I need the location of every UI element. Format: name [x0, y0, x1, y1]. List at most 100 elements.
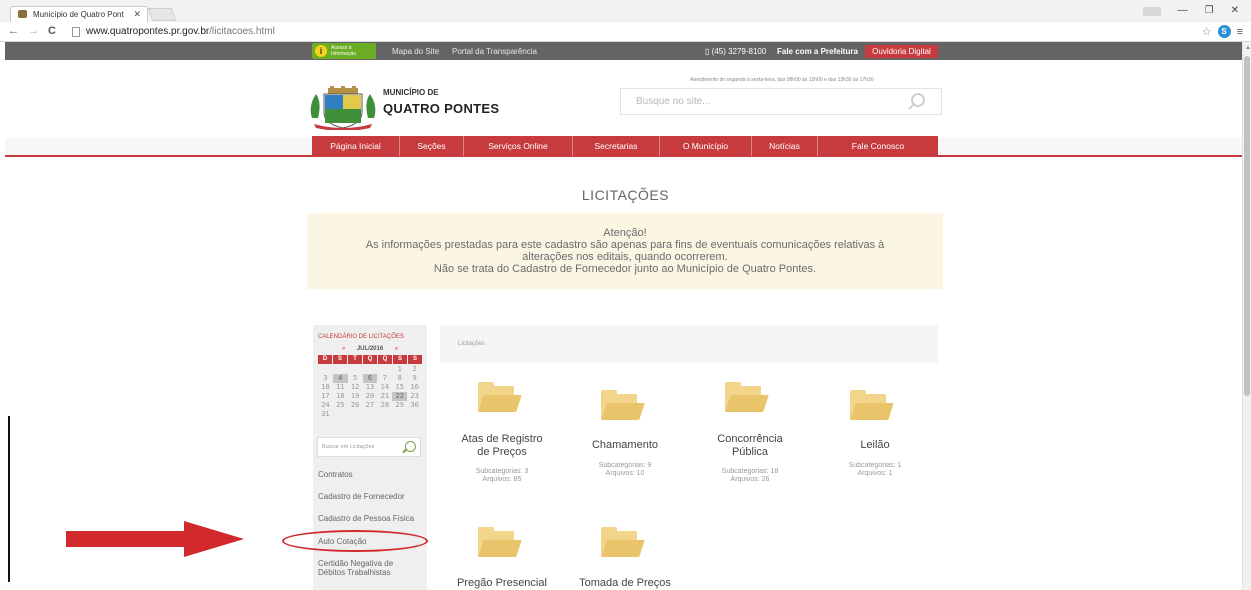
menu-servicos-online[interactable]: Serviços Online	[464, 136, 573, 156]
category-title[interactable]: Concorrência Pública	[688, 433, 812, 459]
coat-of-arms-logo[interactable]	[308, 86, 378, 130]
browser-menu-icon[interactable]: ≡	[1237, 26, 1243, 38]
calendar-day[interactable]: 17	[318, 392, 333, 401]
minimize-icon[interactable]: —	[1178, 5, 1188, 16]
scrollbar-thumb[interactable]	[1244, 56, 1250, 396]
acesso-informacao-button[interactable]: i Acesso à Informação	[312, 43, 376, 59]
calendar-day[interactable]: 10	[318, 383, 333, 392]
calendar-day[interactable]	[377, 365, 392, 374]
menu-pagina-inicial[interactable]: Página Inicial	[312, 136, 400, 156]
category-files: Arquivos: 85	[482, 476, 522, 483]
calendar-day[interactable]: 1	[392, 365, 407, 374]
site-search-input[interactable]: Busque no site...	[620, 88, 942, 115]
calendar-day[interactable]: 11	[333, 383, 348, 392]
skype-extension-icon[interactable]: S	[1217, 25, 1231, 38]
calendar-day[interactable]: 16	[407, 383, 422, 392]
category-title[interactable]: Pregão Presencial	[440, 577, 564, 590]
calendar-nav: « JUL/2016 »	[318, 346, 422, 352]
calendar-day[interactable]: 27	[363, 401, 378, 410]
calendar-next-button[interactable]: »	[395, 346, 398, 352]
portal-transparencia-link[interactable]: Portal da Transparência	[452, 47, 537, 56]
close-window-icon[interactable]: ✕	[1231, 5, 1239, 16]
calendar-day[interactable]: 2	[407, 365, 422, 374]
scrollbar[interactable]: ▲	[1242, 42, 1251, 590]
menu-secoes[interactable]: Seções	[400, 136, 464, 156]
menu-secretarias[interactable]: Secretarias	[573, 136, 660, 156]
calendar-day[interactable]: 9	[407, 374, 422, 383]
calendar-day-highlighted[interactable]: 22	[392, 392, 408, 401]
folder-icon[interactable]	[850, 390, 894, 420]
restore-icon[interactable]: ❐	[1205, 5, 1214, 16]
calendar-day[interactable]: 30	[407, 401, 422, 410]
calendar-day[interactable]	[363, 410, 378, 419]
search-icon[interactable]	[911, 93, 925, 107]
menu-o-municipio[interactable]: O Município	[660, 136, 752, 156]
search-icon[interactable]	[405, 441, 416, 452]
calendar-day[interactable]	[318, 365, 333, 374]
ouvidoria-digital-button[interactable]: Ouvidoria Digital	[865, 45, 938, 58]
calendar-day[interactable]: 28	[377, 401, 392, 410]
calendar-day[interactable]: 31	[318, 410, 333, 419]
sidebar-link-certidao-line1[interactable]: Certidão Negativa de	[318, 559, 393, 568]
reload-icon[interactable]: C	[48, 25, 56, 37]
new-tab-button[interactable]	[147, 8, 177, 21]
forward-icon[interactable]: →	[28, 25, 39, 37]
sidebar-link-cadastro-fornecedor[interactable]: Cadastro de Fornecedor	[318, 492, 405, 501]
folder-icon[interactable]	[478, 527, 522, 557]
breadcrumb-item[interactable]: Licitações	[458, 341, 485, 347]
licitacoes-search-input[interactable]: Buscar em Licitações	[317, 437, 421, 457]
browser-tab[interactable]: Município de Quatro Pont ✕	[10, 6, 148, 22]
category-title[interactable]: Atas de Registro de Preços	[440, 433, 564, 459]
calendar-day[interactable]: 7	[377, 374, 392, 383]
calendar-day[interactable]	[377, 410, 392, 419]
mapa-do-site-link[interactable]: Mapa do Site	[392, 47, 439, 56]
sidebar-link-cadastro-pessoa-fisica[interactable]: Cadastro de Pessoa Física	[318, 514, 414, 523]
calendar-day[interactable]	[407, 410, 422, 419]
category-title[interactable]: Chamamento	[563, 439, 687, 452]
calendar-day[interactable]: 19	[348, 392, 363, 401]
calendar-day[interactable]: 24	[318, 401, 333, 410]
sidebar-link-certidao-line2[interactable]: Débitos Trabalhistas	[318, 568, 390, 577]
scroll-up-icon[interactable]: ▲	[1245, 45, 1251, 51]
calendar-day[interactable]	[333, 365, 348, 374]
category-title[interactable]: Leilão	[813, 439, 937, 452]
calendar-prev-button[interactable]: «	[342, 346, 345, 352]
calendar-day[interactable]	[392, 410, 407, 419]
category-title[interactable]: Tomada de Preços	[563, 577, 687, 590]
calendar-day[interactable]: 15	[392, 383, 407, 392]
folder-icon[interactable]	[478, 382, 522, 412]
calendar-day-highlighted[interactable]: 6	[362, 374, 378, 383]
address-input[interactable]: www.quatropontes.pr.gov.br/licitacoes.ht…	[68, 24, 1188, 40]
profile-icon[interactable]	[1142, 7, 1161, 16]
calendar-day[interactable]	[363, 365, 378, 374]
calendar-day[interactable]: 21	[377, 392, 392, 401]
calendar-day[interactable]: 29	[392, 401, 407, 410]
calendar-day[interactable]	[348, 365, 363, 374]
calendar-day[interactable]: 13	[363, 383, 378, 392]
logo-title[interactable]: QUATRO PONTES	[383, 101, 499, 116]
licitacoes-search-placeholder: Buscar em Licitações	[322, 444, 375, 450]
sidebar-link-contratos[interactable]: Contratos	[318, 470, 353, 479]
calendar-day-highlighted[interactable]: 4	[332, 374, 348, 383]
menu-noticias[interactable]: Notícias	[752, 136, 818, 156]
calendar-day[interactable]: 5	[348, 374, 363, 383]
calendar-day[interactable]	[333, 410, 348, 419]
folder-icon[interactable]	[725, 382, 769, 412]
fale-com-prefeitura-link[interactable]: Fale com a Prefeitura	[777, 47, 858, 56]
calendar-day[interactable]: 18	[333, 392, 348, 401]
folder-icon[interactable]	[601, 390, 645, 420]
calendar-day[interactable]: 14	[377, 383, 392, 392]
calendar-day[interactable]: 8	[392, 374, 407, 383]
back-icon[interactable]: ←	[8, 25, 19, 37]
calendar-day[interactable]: 23	[407, 392, 422, 401]
tab-close-icon[interactable]: ✕	[133, 9, 141, 20]
calendar-day[interactable]: 25	[333, 401, 348, 410]
bookmark-star-icon[interactable]: ☆	[1202, 25, 1212, 38]
calendar-day[interactable]: 12	[348, 383, 363, 392]
menu-fale-conosco[interactable]: Fale Conosco	[818, 136, 938, 156]
calendar-day[interactable]: 26	[348, 401, 363, 410]
folder-icon[interactable]	[601, 527, 645, 557]
calendar-day[interactable]: 20	[363, 392, 378, 401]
calendar-day[interactable]	[348, 410, 363, 419]
calendar-day[interactable]: 3	[318, 374, 333, 383]
